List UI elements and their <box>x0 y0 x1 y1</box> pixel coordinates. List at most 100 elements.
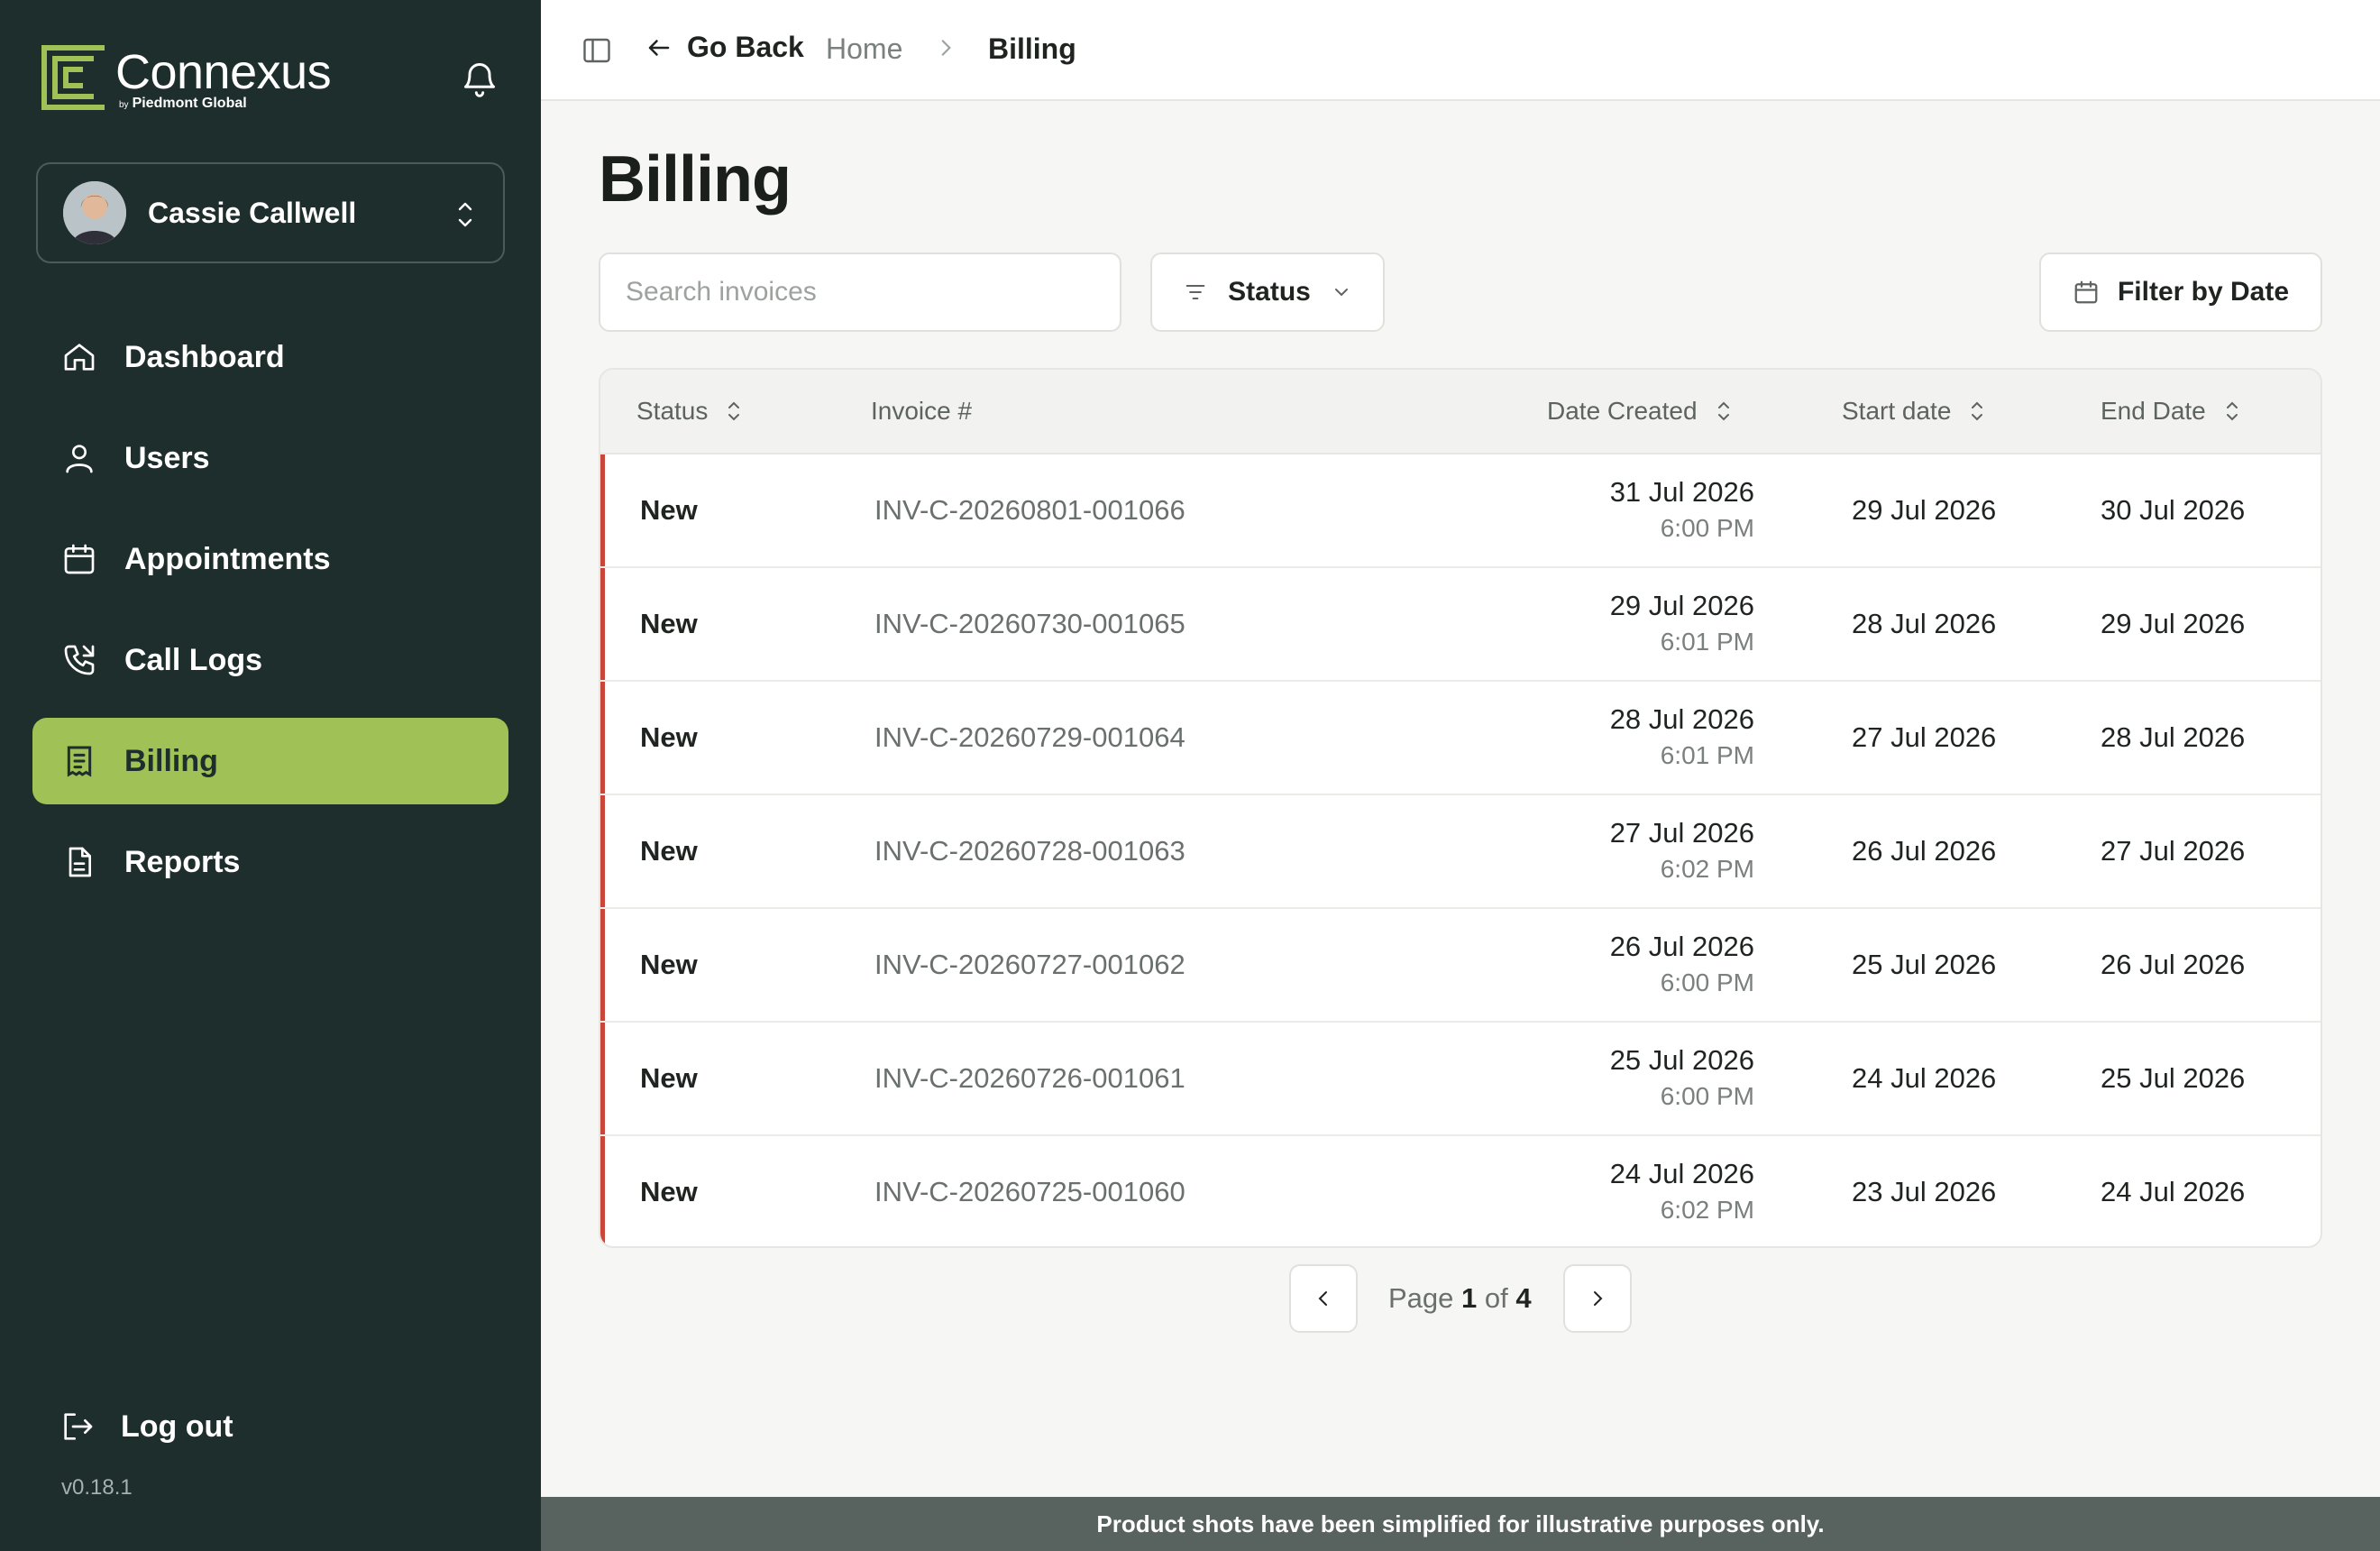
status-cell: New <box>640 494 698 526</box>
table-row[interactable]: New INV-C-20260730-001065 29 Jul 2026 6:0… <box>600 568 2320 682</box>
invoice-number-cell: INV-C-20260801-001066 <box>874 494 1185 526</box>
search-input[interactable] <box>599 252 1121 332</box>
brand-logo[interactable]: Connexus by Piedmont Global <box>41 45 332 112</box>
column-header-end-date[interactable]: End Date <box>2101 397 2240 426</box>
start-date-cell: 28 Jul 2026 <box>1852 608 1997 639</box>
status-cell: New <box>640 721 698 753</box>
column-header-status[interactable]: Status <box>636 397 742 426</box>
start-date-cell: 24 Jul 2026 <box>1852 1062 1997 1094</box>
sort-icon <box>728 401 740 421</box>
app-version: v0.18.1 <box>61 1475 133 1500</box>
table-row[interactable]: New INV-C-20260801-001066 31 Jul 2026 6:0… <box>600 454 2320 568</box>
sort-icon <box>1717 401 1729 421</box>
start-date-cell: 23 Jul 2026 <box>1852 1176 1997 1207</box>
sidebar-item-appointments[interactable]: Appointments <box>32 516 508 602</box>
chevron-down-icon <box>1334 289 1348 297</box>
user-switcher[interactable]: Cassie Callwell <box>36 162 505 263</box>
date-created-cell: 26 Jul 2026 6:00 PM <box>1609 931 1754 996</box>
column-header-date-created[interactable]: Date Created <box>1547 397 1732 426</box>
user-name: Cassie Callwell <box>148 196 357 229</box>
calendar-icon <box>64 544 95 574</box>
bell-icon[interactable] <box>460 60 499 99</box>
breadcrumb-current: Billing <box>988 32 1076 65</box>
receipt-icon <box>67 746 92 777</box>
table-row[interactable]: New INV-C-20260725-001060 24 Jul 2026 6:0… <box>600 1136 2320 1246</box>
start-date-cell: 26 Jul 2026 <box>1852 835 1997 867</box>
sidebar-nav: Dashboard Users Appointments Call Logs B… <box>32 314 508 920</box>
sidebar-item-label: Appointments <box>124 541 331 576</box>
status-cell: New <box>640 949 698 980</box>
start-date-cell: 29 Jul 2026 <box>1852 494 1997 526</box>
pagination-status: Page 1 of 4 <box>1388 1282 1532 1314</box>
avatar <box>63 181 126 244</box>
page-title: Billing <box>599 143 792 216</box>
sidebar-item-users[interactable]: Users <box>32 415 508 501</box>
chevron-right-icon <box>941 40 951 56</box>
previous-page-button[interactable] <box>1289 1264 1358 1333</box>
phone-icon <box>64 645 95 675</box>
status-cell: New <box>640 608 698 639</box>
filter-by-date-button[interactable]: Filter by Date <box>2039 252 2322 332</box>
sidebar: Connexus by Piedmont Global Cassie Callwe… <box>0 0 541 1551</box>
brand-name: Connexus <box>115 45 332 99</box>
user-icon <box>66 445 93 473</box>
top-bar: Go Back Home Billing <box>541 0 2380 101</box>
home-icon <box>64 344 95 371</box>
table-row[interactable]: New INV-C-20260729-001064 28 Jul 2026 6:0… <box>600 682 2320 795</box>
sidebar-toggle-icon[interactable] <box>581 34 613 67</box>
table-header: Status Invoice # Date Created Start date… <box>600 370 2320 454</box>
sidebar-item-label: Reports <box>124 844 241 879</box>
status-filter-button[interactable]: Status <box>1150 252 1385 332</box>
end-date-cell: 29 Jul 2026 <box>2101 608 2246 639</box>
invoice-number-cell: INV-C-20260730-001065 <box>874 608 1185 639</box>
date-created-cell: 28 Jul 2026 6:01 PM <box>1609 703 1754 769</box>
invoice-number-cell: INV-C-20260728-001063 <box>874 835 1185 867</box>
sidebar-item-label: Call Logs <box>124 642 263 677</box>
next-page-button[interactable] <box>1563 1264 1632 1333</box>
start-date-cell: 25 Jul 2026 <box>1852 949 1997 980</box>
status-filter-label: Status <box>1228 277 1311 307</box>
status-cell: New <box>640 835 698 867</box>
invoice-number-cell: INV-C-20260729-001064 <box>874 721 1185 753</box>
end-date-cell: 28 Jul 2026 <box>2101 721 2246 753</box>
invoice-number-cell: INV-C-20260725-001060 <box>874 1176 1185 1207</box>
sort-icon <box>1972 401 1983 421</box>
end-date-cell: 27 Jul 2026 <box>2101 835 2246 867</box>
column-header-start-date[interactable]: Start date <box>1842 397 1985 426</box>
logout-label: Log out <box>121 1409 233 1444</box>
go-back-label: Go Back <box>687 31 804 63</box>
table-row[interactable]: New INV-C-20260727-001062 26 Jul 2026 6:0… <box>600 909 2320 1023</box>
logout-button[interactable]: Log out <box>60 1409 233 1445</box>
end-date-cell: 24 Jul 2026 <box>2101 1176 2246 1207</box>
chevron-left-icon <box>1318 1291 1327 1306</box>
table-row[interactable]: New INV-C-20260728-001063 27 Jul 2026 6:0… <box>600 795 2320 909</box>
sidebar-item-billing[interactable]: Billing <box>32 718 508 804</box>
invoice-number-cell: INV-C-20260726-001061 <box>874 1062 1185 1094</box>
sidebar-item-call-logs[interactable]: Call Logs <box>32 617 508 703</box>
table-row[interactable]: New INV-C-20260726-001061 25 Jul 2026 6:0… <box>600 1023 2320 1136</box>
status-cell: New <box>640 1062 698 1094</box>
filter-icon <box>1185 284 1205 300</box>
connexus-logo-icon <box>41 45 105 110</box>
go-back-button[interactable]: Go Back <box>645 31 804 64</box>
logout-icon <box>64 1413 93 1440</box>
status-cell: New <box>640 1176 698 1207</box>
date-created-cell: 27 Jul 2026 6:02 PM <box>1609 817 1754 883</box>
date-created-cell: 29 Jul 2026 6:01 PM <box>1609 590 1754 656</box>
sidebar-item-reports[interactable]: Reports <box>32 819 508 905</box>
invoices-table: Status Invoice # Date Created Start date… <box>599 368 2322 1248</box>
sidebar-item-dashboard[interactable]: Dashboard <box>32 314 508 400</box>
document-icon <box>69 847 91 877</box>
start-date-cell: 27 Jul 2026 <box>1852 721 1997 753</box>
sidebar-item-label: Dashboard <box>124 339 285 374</box>
chevron-up-down-icon <box>458 202 472 227</box>
breadcrumb-home[interactable]: Home <box>826 32 902 66</box>
column-header-invoice: Invoice # <box>871 397 973 425</box>
calendar-icon <box>2074 280 2098 304</box>
sidebar-item-label: Users <box>124 440 210 475</box>
date-created-cell: 24 Jul 2026 6:02 PM <box>1609 1158 1754 1224</box>
invoice-number-cell: INV-C-20260727-001062 <box>874 949 1185 980</box>
date-created-cell: 25 Jul 2026 6:00 PM <box>1609 1044 1754 1110</box>
end-date-cell: 26 Jul 2026 <box>2101 949 2246 980</box>
disclaimer-banner: Product shots have been simplified for i… <box>541 1497 2380 1551</box>
